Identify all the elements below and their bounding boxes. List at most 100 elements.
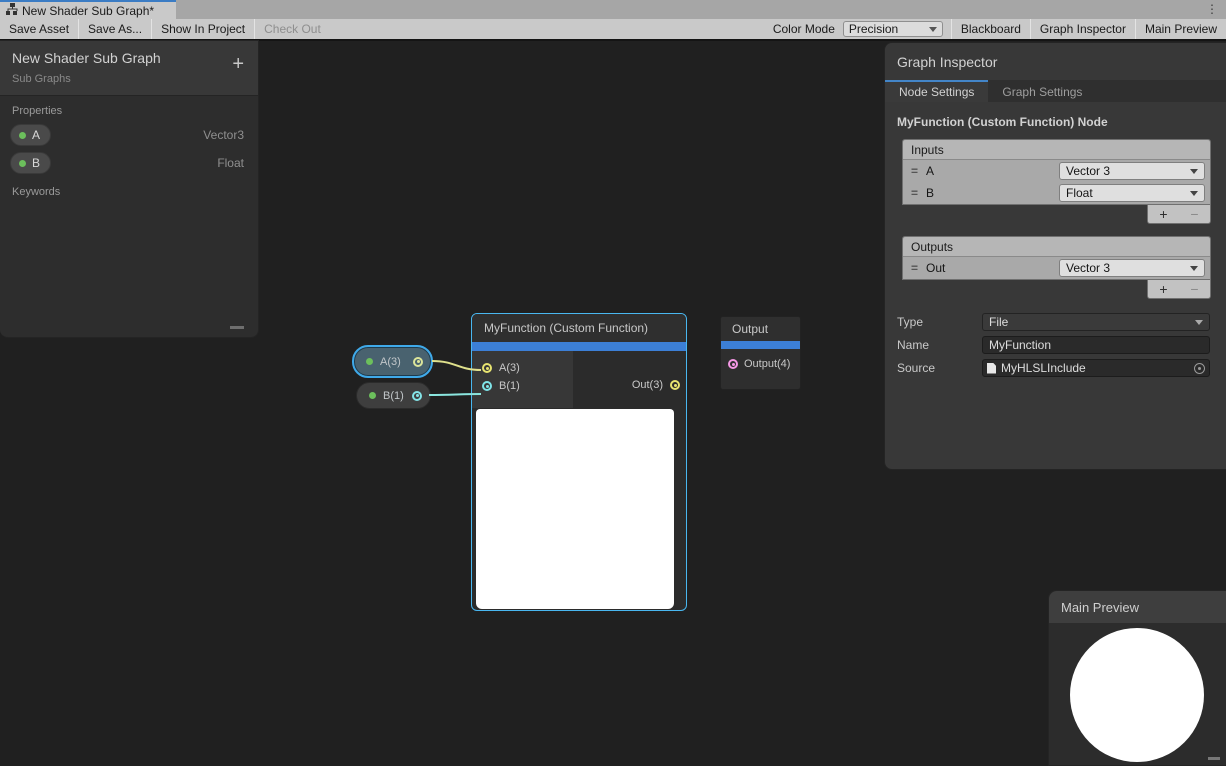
property-dot-icon xyxy=(369,392,376,399)
source-label: Source xyxy=(897,361,982,375)
input-type-dropdown[interactable]: Float xyxy=(1059,184,1205,202)
chevron-down-icon xyxy=(1190,191,1198,196)
tab-menu-icon[interactable]: ⋮ xyxy=(1206,1,1218,18)
show-in-project-button[interactable]: Show In Project xyxy=(152,19,254,39)
blackboard-subtitle: Sub Graphs xyxy=(12,73,246,85)
add-output-button[interactable]: + xyxy=(1159,281,1167,297)
input-port-icon[interactable] xyxy=(482,381,492,391)
node-preview-quad xyxy=(476,409,674,609)
property-node-b[interactable]: B(1) xyxy=(356,382,431,409)
input-name: A xyxy=(926,164,934,178)
property-pill[interactable]: B xyxy=(10,152,51,174)
drag-handle-icon[interactable]: = xyxy=(911,164,918,178)
selected-node-title: MyFunction (Custom Function) Node xyxy=(885,102,1226,139)
input-name: B xyxy=(926,186,934,200)
save-as-button[interactable]: Save As... xyxy=(79,19,151,39)
output-node[interactable]: Output Output(4) xyxy=(720,316,801,390)
output-port-icon[interactable] xyxy=(670,380,680,390)
precision-strip xyxy=(472,342,686,351)
input-type-dropdown[interactable]: Vector 3 xyxy=(1059,162,1205,180)
color-mode-value: Precision xyxy=(849,22,898,36)
precision-strip xyxy=(721,341,800,349)
chevron-down-icon xyxy=(1195,320,1203,325)
tab-bar: New Shader Sub Graph* ⋮ xyxy=(0,0,1226,19)
remove-input-button[interactable]: − xyxy=(1190,206,1198,222)
type-dropdown[interactable]: File xyxy=(982,313,1210,331)
name-value: MyFunction xyxy=(989,338,1051,352)
input-port-row-b[interactable]: B(1) xyxy=(472,377,573,395)
chevron-down-icon xyxy=(1190,169,1198,174)
blackboard-title: New Shader Sub Graph xyxy=(12,50,246,66)
source-value: MyHLSLInclude xyxy=(1001,361,1086,375)
input-port-icon[interactable] xyxy=(728,359,738,369)
name-label: Name xyxy=(897,338,982,352)
outputs-list: Outputs = Out Vector 3 xyxy=(902,236,1211,280)
drag-handle-icon[interactable]: = xyxy=(911,261,918,275)
preview-sphere xyxy=(1070,628,1204,762)
input-row-b[interactable]: = B Float xyxy=(903,182,1210,204)
input-port-row-a[interactable]: A(3) xyxy=(472,359,573,377)
source-object-field[interactable]: MyHLSLInclude xyxy=(982,359,1210,377)
input-row-a[interactable]: = A Vector 3 xyxy=(903,160,1210,182)
port-label: Output(4) xyxy=(744,358,790,370)
name-field-row: Name MyFunction xyxy=(885,336,1226,354)
inputs-header: Inputs xyxy=(903,140,1210,160)
port-label: Out(3) xyxy=(632,379,663,391)
save-asset-button[interactable]: Save Asset xyxy=(0,19,78,39)
property-pill[interactable]: A xyxy=(10,124,51,146)
graph-inspector-panel: Graph Inspector Node Settings Graph Sett… xyxy=(884,42,1226,470)
resize-handle[interactable] xyxy=(230,326,244,329)
blackboard-header[interactable]: New Shader Sub Graph Sub Graphs + xyxy=(0,41,258,96)
tab-graph-settings[interactable]: Graph Settings xyxy=(988,80,1096,102)
type-label: Type xyxy=(897,315,982,329)
blackboard-property-b[interactable]: B Float xyxy=(0,149,258,177)
property-dot-icon xyxy=(366,358,373,365)
output-port-icon[interactable] xyxy=(413,357,423,367)
shader-graph-icon xyxy=(6,2,18,20)
property-node-label: B(1) xyxy=(383,390,404,402)
output-name: Out xyxy=(926,261,945,275)
custom-function-node[interactable]: MyFunction (Custom Function) A(3) B(1) O… xyxy=(471,313,687,611)
property-name: A xyxy=(32,128,40,142)
property-type: Vector3 xyxy=(203,128,244,142)
add-input-button[interactable]: + xyxy=(1159,206,1167,222)
property-node-a[interactable]: A(3) xyxy=(352,345,433,378)
node-title[interactable]: MyFunction (Custom Function) xyxy=(472,314,686,342)
object-picker-icon[interactable] xyxy=(1194,363,1205,374)
blackboard-property-a[interactable]: A Vector3 xyxy=(0,121,258,149)
main-preview-toggle-button[interactable]: Main Preview xyxy=(1136,19,1226,39)
main-preview-header[interactable]: Main Preview xyxy=(1049,591,1226,623)
tab-node-settings[interactable]: Node Settings xyxy=(885,80,988,102)
type-field-row: Type File xyxy=(885,313,1226,331)
name-input[interactable]: MyFunction xyxy=(982,336,1210,354)
chevron-down-icon xyxy=(1190,266,1198,271)
add-property-button[interactable]: + xyxy=(232,55,244,73)
property-name: B xyxy=(32,156,40,170)
output-port-icon[interactable] xyxy=(412,391,422,401)
port-label: A(3) xyxy=(499,362,520,374)
main-preview-panel: Main Preview xyxy=(1048,590,1226,766)
keywords-section-label: Keywords xyxy=(0,177,258,202)
file-icon xyxy=(987,363,996,374)
color-mode-dropdown[interactable]: Precision xyxy=(843,21,943,37)
output-port-row-out[interactable]: Out(3) xyxy=(632,362,680,408)
node-title[interactable]: Output xyxy=(721,317,800,341)
graph-inspector-title[interactable]: Graph Inspector xyxy=(885,43,1226,80)
input-port-row-output[interactable]: Output(4) xyxy=(721,349,800,370)
output-type-dropdown[interactable]: Vector 3 xyxy=(1059,259,1205,277)
node-input-ports: A(3) B(1) xyxy=(472,351,573,408)
tab-title: New Shader Sub Graph* xyxy=(22,4,154,18)
remove-output-button[interactable]: − xyxy=(1190,281,1198,297)
port-label: B(1) xyxy=(499,380,520,392)
drag-handle-icon[interactable]: = xyxy=(911,186,918,200)
inspector-tab-bar: Node Settings Graph Settings xyxy=(885,80,1226,102)
inputs-list: Inputs = A Vector 3 = B Float xyxy=(902,139,1211,205)
resize-handle[interactable] xyxy=(1208,757,1220,760)
tab-new-shader-sub-graph[interactable]: New Shader Sub Graph* xyxy=(0,0,176,19)
input-port-icon[interactable] xyxy=(482,363,492,373)
blackboard-toggle-button[interactable]: Blackboard xyxy=(952,19,1030,39)
node-output-ports: Out(3) xyxy=(573,351,686,408)
output-row-out[interactable]: = Out Vector 3 xyxy=(903,257,1210,279)
outputs-list-footer: + − xyxy=(1147,280,1211,299)
graph-inspector-toggle-button[interactable]: Graph Inspector xyxy=(1031,19,1135,39)
